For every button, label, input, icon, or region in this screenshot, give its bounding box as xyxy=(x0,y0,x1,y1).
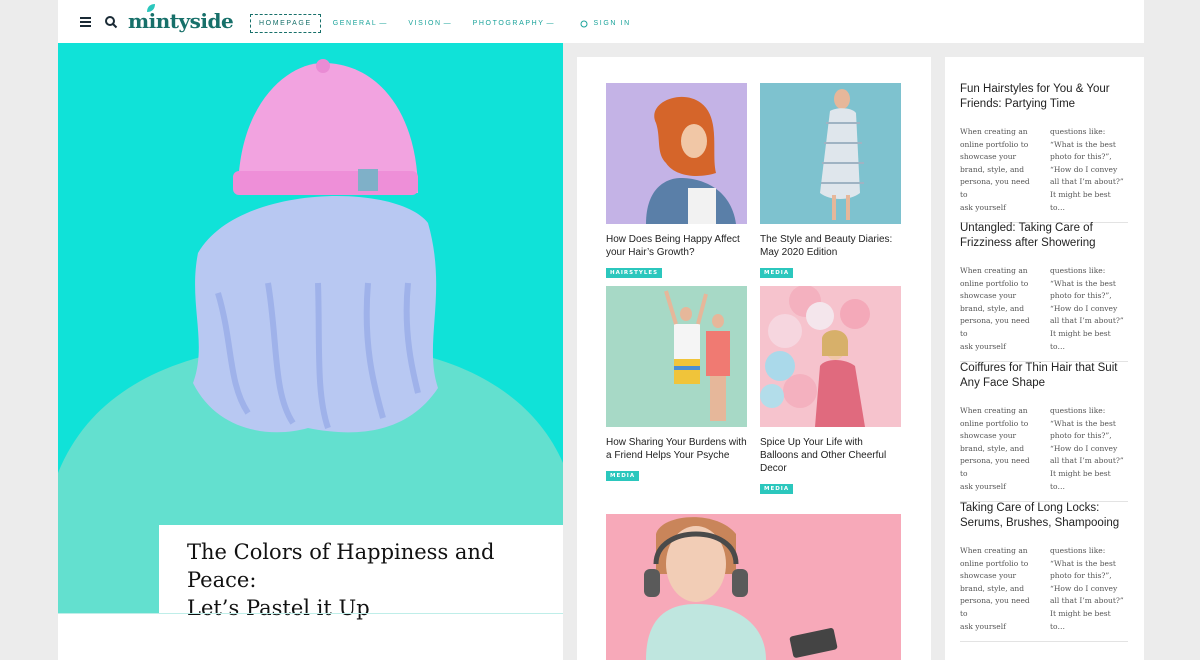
category-tag[interactable]: MEDIA xyxy=(760,268,794,278)
sidebar-post-excerpt: When creating an online portfolio to sho… xyxy=(960,126,1128,214)
category-tag[interactable]: MEDIA xyxy=(606,471,640,481)
nav-homepage[interactable]: HOMEPAGE xyxy=(250,14,321,33)
redhead-illustration xyxy=(606,83,747,224)
post-card-title: Spice Up Your Life with Balloons and Oth… xyxy=(760,437,887,474)
sidebar-post: Taking Care of Long Locks: Serums, Brush… xyxy=(960,501,1128,643)
divider xyxy=(58,613,563,614)
sidebar-post-excerpt: When creating an online portfolio to sho… xyxy=(960,265,1128,353)
headphones-illustration xyxy=(606,514,901,660)
leaf-icon xyxy=(147,4,155,12)
post-card[interactable]: Spice Up Your Life with Balloons and Oth… xyxy=(760,286,901,494)
post-card[interactable]: The Style and Beauty Diaries: May 2020 E… xyxy=(760,83,901,278)
category-tag[interactable]: MEDIA xyxy=(760,484,794,494)
nav-photography[interactable]: PHOTOGRAPHY xyxy=(473,20,554,27)
excerpt-col-right: questions like: “What is the best photo … xyxy=(1050,546,1124,631)
divider xyxy=(960,641,1128,643)
post-card-title: How Does Being Happy Affect your Hair’s … xyxy=(606,234,740,258)
post-card-title: The Style and Beauty Diaries: May 2020 E… xyxy=(760,234,893,258)
category-tag[interactable]: HAIRSTYLES xyxy=(606,268,663,278)
menu-icon[interactable] xyxy=(80,17,91,27)
excerpt-col-right: questions like: “What is the best photo … xyxy=(1050,266,1124,351)
sidebar-post: Coiffures for Thin Hair that Suit Any Fa… xyxy=(960,361,1128,503)
dress-illustration xyxy=(760,83,901,224)
friends-illustration xyxy=(606,286,747,427)
featured-caption[interactable]: The Colors of Happiness and Peace: Let’s… xyxy=(159,525,563,620)
sidebar-posts: Fun Hairstyles for You & Your Friends: P… xyxy=(945,57,1144,660)
post-card[interactable]: How Does Being Happy Affect your Hair’s … xyxy=(606,83,747,278)
featured-post: The Colors of Happiness and Peace: Let’s… xyxy=(58,43,563,660)
sidebar-post-title[interactable]: Fun Hairstyles for You & Your Friends: P… xyxy=(960,82,1128,112)
post-card[interactable]: How Sharing Your Burdens with a Friend H… xyxy=(606,286,747,481)
site-logo[interactable]: mintyside xyxy=(128,9,234,33)
featured-title-line2: Let’s Pastel it Up xyxy=(187,596,370,620)
sidebar-post: Untangled: Taking Care of Frizziness aft… xyxy=(960,221,1128,363)
nav-general[interactable]: GENERAL xyxy=(333,20,387,27)
post-thumbnail-large[interactable] xyxy=(606,514,901,660)
sign-in-label: SIGN IN xyxy=(593,20,631,27)
post-grid: How Does Being Happy Affect your Hair’s … xyxy=(577,57,931,660)
excerpt-col-left: When creating an online portfolio to sho… xyxy=(960,266,1030,351)
excerpt-col-right: questions like: “What is the best photo … xyxy=(1050,406,1124,491)
sign-in-link[interactable]: SIGN IN xyxy=(580,20,631,28)
search-icon[interactable] xyxy=(104,15,118,29)
post-card-title: How Sharing Your Burdens with a Friend H… xyxy=(606,437,747,461)
main-nav: HOMEPAGE GENERAL VISION PHOTOGRAPHY SIGN… xyxy=(250,14,631,33)
featured-title-line1: The Colors of Happiness and Peace: xyxy=(187,540,495,592)
excerpt-col-left: When creating an online portfolio to sho… xyxy=(960,406,1030,491)
post-thumbnail[interactable] xyxy=(760,286,901,427)
post-thumbnail[interactable] xyxy=(606,286,747,427)
sidebar-post-excerpt: When creating an online portfolio to sho… xyxy=(960,545,1128,633)
sidebar-post: Fun Hairstyles for You & Your Friends: P… xyxy=(960,82,1128,224)
sidebar-post-title[interactable]: Taking Care of Long Locks: Serums, Brush… xyxy=(960,501,1128,531)
excerpt-col-left: When creating an online portfolio to sho… xyxy=(960,127,1030,212)
site-header: mintyside HOMEPAGE GENERAL VISION PHOTOG… xyxy=(58,0,1144,43)
balloons-illustration xyxy=(760,286,901,427)
excerpt-col-right: questions like: “What is the best photo … xyxy=(1050,127,1124,212)
excerpt-col-left: When creating an online portfolio to sho… xyxy=(960,546,1030,631)
sidebar-post-title[interactable]: Untangled: Taking Care of Frizziness aft… xyxy=(960,221,1128,251)
sidebar-post-title[interactable]: Coiffures for Thin Hair that Suit Any Fa… xyxy=(960,361,1128,391)
sidebar-post-excerpt: When creating an online portfolio to sho… xyxy=(960,405,1128,493)
post-thumbnail[interactable] xyxy=(606,83,747,224)
nav-vision[interactable]: VISION xyxy=(408,20,450,27)
user-icon xyxy=(580,20,588,27)
post-thumbnail[interactable] xyxy=(760,83,901,224)
